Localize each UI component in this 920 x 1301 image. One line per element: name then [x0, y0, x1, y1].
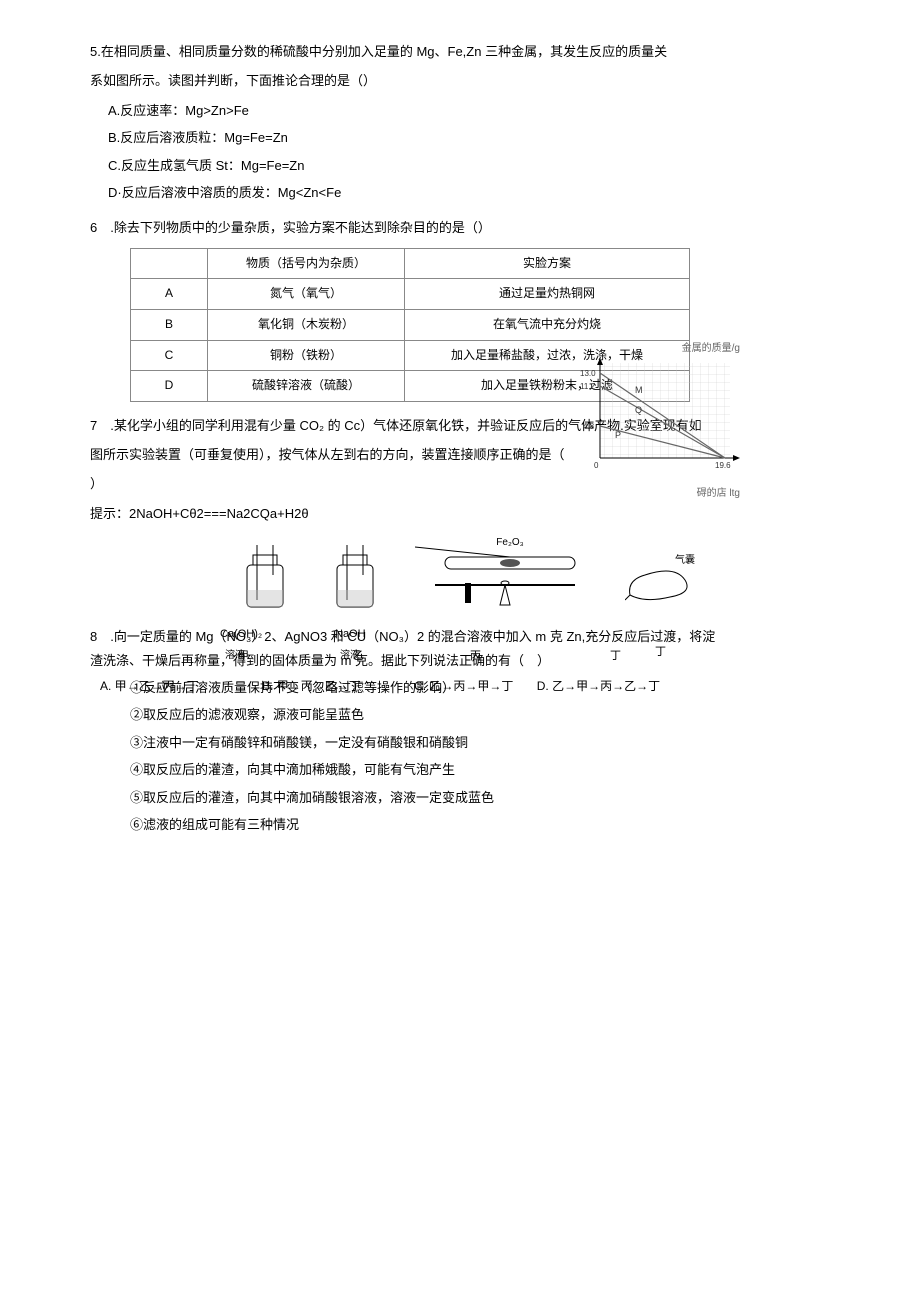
apparatus-tube-bing: Fe₂O₃: [415, 535, 595, 615]
chart-series-m-label: M: [635, 385, 643, 395]
q8-stem-line2: 渣洗涤、干燥后再称量，得到的固体质量为 m 克。据此下列说法正确的有（ ）: [90, 649, 830, 672]
q8-sub2: ②取反应后的滤液观察，源液可能呈蓝色: [130, 703, 830, 726]
q7-hint: 提示：2NaOH+Cθ2===Na2CQa+H2θ: [90, 502, 830, 525]
q8-sub4: ④取反应后的灌渣，向其中滴加稀娥酸，可能有气泡产生: [130, 758, 830, 781]
table-row: 物质（括号内为杂质） 实脸方案: [131, 248, 690, 279]
q5-stem-line2: 系如图所示。读图并判断，下面推论合理的是（）: [90, 69, 830, 92]
q7-option-b: B. 甲→丙→乙→丁: [262, 679, 361, 693]
svg-text:气囊: 气囊: [675, 553, 695, 566]
table-header-plan: 实脸方案: [405, 248, 690, 279]
row-c-opt: C: [131, 340, 208, 371]
q5-option-a: A.反应速率：Mg>Zn>Fe: [108, 99, 830, 122]
svg-text:4.8: 4.8: [583, 422, 595, 431]
table-header-material: 物质（括号内为杂质）: [208, 248, 405, 279]
question-5: 5.在相同质量、相同质量分数的稀硫酸中分别加入足量的 Mg、Fe,Zn 三种金属…: [90, 40, 830, 204]
row-a-plan: 通过足量灼热铜网: [405, 279, 690, 310]
q7-option-a: A. 甲→乙→丙→丁: [100, 679, 199, 693]
apparatus-bottle-yi: [325, 545, 385, 615]
row-a-mat: 氮气（氧气）: [208, 279, 405, 310]
chart-svg: M Q P 13.0 11.2 4.8 0 19.6: [580, 358, 740, 478]
q8-sub3: ③注液中一定有硝酸锌和硝酸镁，一定没有硝酸银和硝酸铜: [130, 731, 830, 754]
row-c-mat: 铜粉（铁粉）: [208, 340, 405, 371]
q7-option-d: D. 乙→甲→丙→乙→丁: [537, 679, 660, 693]
q6-stem: 6 .除去下列物质中的少量杂质，实验方案不能达到除杂目的的是（）: [90, 216, 830, 239]
apparatus-ding-tag2: 丁: [655, 643, 666, 663]
q8-sub5: ⑤取反应后的灌渣，向其中滴加硝酸银溶液，溶液一定变成蓝色: [130, 786, 830, 809]
apparatus-ding-tag: 丁: [610, 647, 621, 667]
q8-sublist: ②取反应后的滤液观察，源液可能呈蓝色 ③注液中一定有硝酸锌和硝酸镁，一定没有硝酸…: [130, 703, 830, 836]
row-b-plan: 在氧气流中充分灼烧: [405, 309, 690, 340]
q5-options: A.反应速率：Mg>Zn>Fe B.反应后溶液质粒：Mg=Fe=Zn C.反应生…: [108, 99, 830, 205]
apparatus-bing-tag: 丙: [470, 647, 481, 667]
chart-series-p-label: P: [615, 430, 621, 440]
row-a-opt: A: [131, 279, 208, 310]
svg-text:19.6: 19.6: [715, 461, 731, 470]
q8-stem-line1: 8 .向一定质量的 Mg（NO₃）2、AgNO3 和 CU（NO₃）2 的混合溶…: [90, 625, 830, 648]
q7-option-c: C. 乙→丙→甲→丁: [414, 679, 513, 693]
chart-x-axis-label: 碍的店 ltg: [580, 485, 740, 503]
apparatus-yi-label: NaOH: [335, 625, 366, 645]
q5-stem-line1: 5.在相同质量、相同质量分数的稀硫酸中分别加入足量的 Mg、Fe,Zn 三种金属…: [90, 40, 830, 63]
overlap-options-row: ①反应前后溶液质量保持不变（忽略过滤等操作的影响） A. 甲→乙→丙→丁 B. …: [90, 676, 830, 699]
q5-option-d: D·反应后溶液中溶质的质发：Mg<Zn<Fe: [108, 181, 830, 204]
apparatus-jia-tag: 甲: [238, 647, 249, 667]
apparatus-yi-tag: 乙: [353, 647, 364, 667]
apparatus-bottle-jia: [235, 545, 295, 615]
overlap-region: 8 .向一定质量的 Mg（NO₃）2、AgNO3 和 CU（NO₃）2 的混合溶…: [90, 625, 830, 672]
apparatus-balloon-ding: 气囊: [625, 545, 685, 615]
q8-sub6: ⑥滤液的组成可能有三种情况: [130, 813, 830, 836]
row-d-mat: 硫酸锌溶液（硫酸）: [208, 371, 405, 402]
svg-text:13.0: 13.0: [580, 369, 596, 378]
q5-option-b: B.反应后溶液质粒：Mg=Fe=Zn: [108, 126, 830, 149]
q5-option-c: C.反应生成氢气质 St：Mg=Fe=Zn: [108, 154, 830, 177]
chart-series-q-label: Q: [635, 405, 642, 415]
svg-text:Fe₂O₃: Fe₂O₃: [496, 537, 523, 548]
table-row: B 氧化铜（木炭粉） 在氧气流中充分灼烧: [131, 309, 690, 340]
q7-apparatus-row: Fe₂O₃ 气囊: [90, 535, 830, 615]
chart-y-axis-label: 金属的质量/g: [580, 340, 740, 358]
row-b-opt: B: [131, 309, 208, 340]
row-b-mat: 氧化铜（木炭粉）: [208, 309, 405, 340]
row-d-opt: D: [131, 371, 208, 402]
q5-chart: 金属的质量/g M Q P 13.0 11.2 4.8 0 19.6 碍的店: [580, 340, 740, 503]
svg-text:11.2: 11.2: [580, 382, 596, 391]
apparatus-jia-label: Ca(OH)₂: [220, 625, 262, 645]
table-header-blank: [131, 248, 208, 279]
svg-text:0: 0: [594, 461, 599, 470]
table-row: A 氮气（氧气） 通过足量灼热铜网: [131, 279, 690, 310]
